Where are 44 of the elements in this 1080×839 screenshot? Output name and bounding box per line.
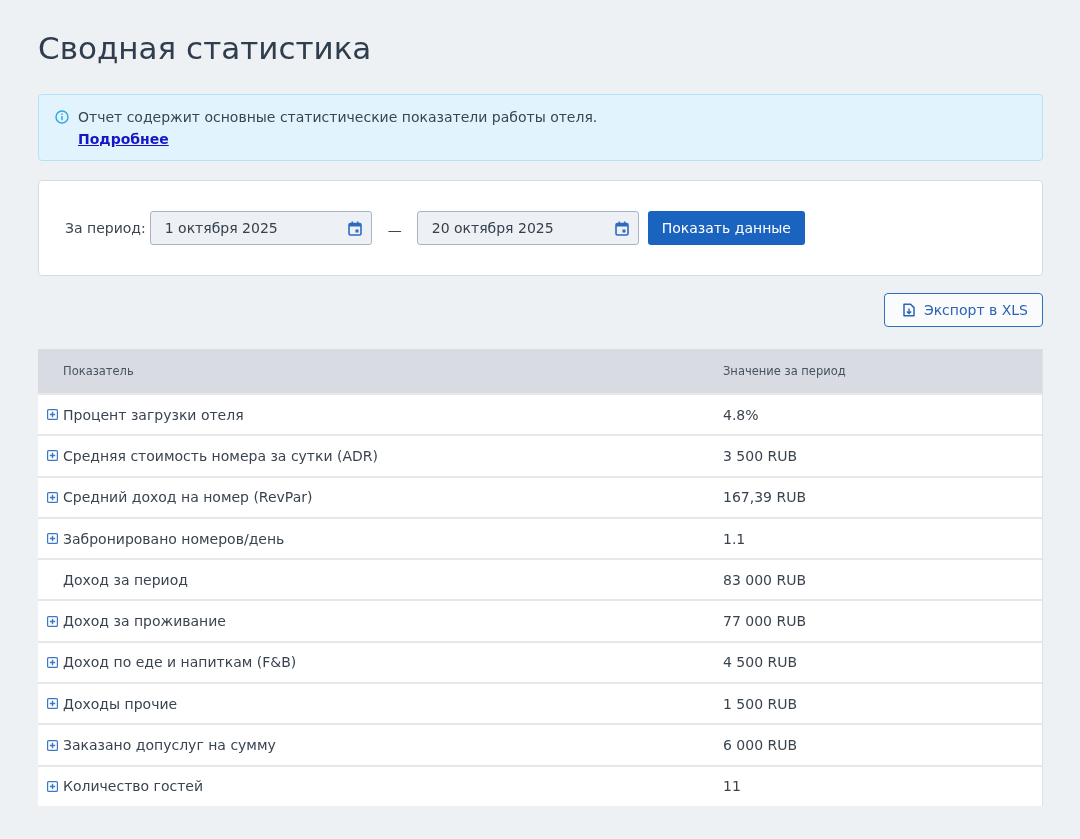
calendar-icon[interactable] xyxy=(614,221,629,236)
metric-value: 1 500 RUB xyxy=(723,695,798,712)
metric-value: 167,39 RUB xyxy=(723,489,806,506)
expand-icon[interactable] xyxy=(47,656,58,668)
metric-value: 4.8% xyxy=(723,406,759,423)
metric-value: 83 000 RUB xyxy=(723,571,806,588)
metric-name: Забронировано номеров/день xyxy=(63,530,285,547)
export-xls-button[interactable]: Экспорт в XLS xyxy=(883,293,1043,327)
expand-icon[interactable] xyxy=(47,491,58,503)
calendar-icon[interactable] xyxy=(347,221,362,236)
expand-icon[interactable] xyxy=(47,533,58,545)
page-title: Сводная статистика xyxy=(38,29,372,68)
metric-name: Доход за проживание xyxy=(63,613,226,630)
metric-value: 6 000 RUB xyxy=(723,737,798,753)
metric-name: Доходы прочие xyxy=(63,695,178,712)
expand-icon[interactable] xyxy=(47,780,58,792)
expand-icon[interactable] xyxy=(47,409,58,421)
column-header: Показатель xyxy=(63,364,134,378)
show-data-button[interactable]: Показать данные xyxy=(647,211,805,245)
metric-name: Средняя стоимость номера за сутки (ADR) xyxy=(63,447,379,464)
metric-value: 77 000 RUB xyxy=(723,613,806,630)
info-text: Отчет содержит основные статистические показатели работы отеля. xyxy=(78,108,598,127)
metric-name: Доход по еде и напиткам (F&B) xyxy=(63,654,297,671)
date-field[interactable]: 1 октября 2025 xyxy=(149,211,372,245)
metric-name: Количество гостей xyxy=(63,778,204,795)
column-header: Значение за период xyxy=(723,364,846,378)
metric-value: 3 500 RUB xyxy=(723,447,798,464)
expand-icon[interactable] xyxy=(47,615,58,627)
expand-icon[interactable] xyxy=(47,739,58,751)
info-icon xyxy=(55,110,69,124)
metric-value: 1.1 xyxy=(723,530,746,547)
date-range-separator: — xyxy=(387,222,402,238)
metric-name: Доход за период xyxy=(63,571,188,588)
metric-name: Заказано допуслуг на сумму xyxy=(63,737,276,753)
period-label: За период: xyxy=(65,220,146,236)
file-download-icon xyxy=(902,303,915,317)
date-field[interactable]: 20 октября 2025 xyxy=(416,211,639,245)
metric-name: Процент загрузки отеля xyxy=(63,406,244,423)
metric-value: 11 xyxy=(723,778,741,795)
details-link[interactable]: Подробнее xyxy=(78,128,169,150)
expand-icon[interactable] xyxy=(47,450,58,462)
metric-value: 4 500 RUB xyxy=(723,654,798,671)
expand-icon[interactable] xyxy=(47,698,58,710)
metric-name: Средний доход на номер (RevPar) xyxy=(63,489,313,506)
